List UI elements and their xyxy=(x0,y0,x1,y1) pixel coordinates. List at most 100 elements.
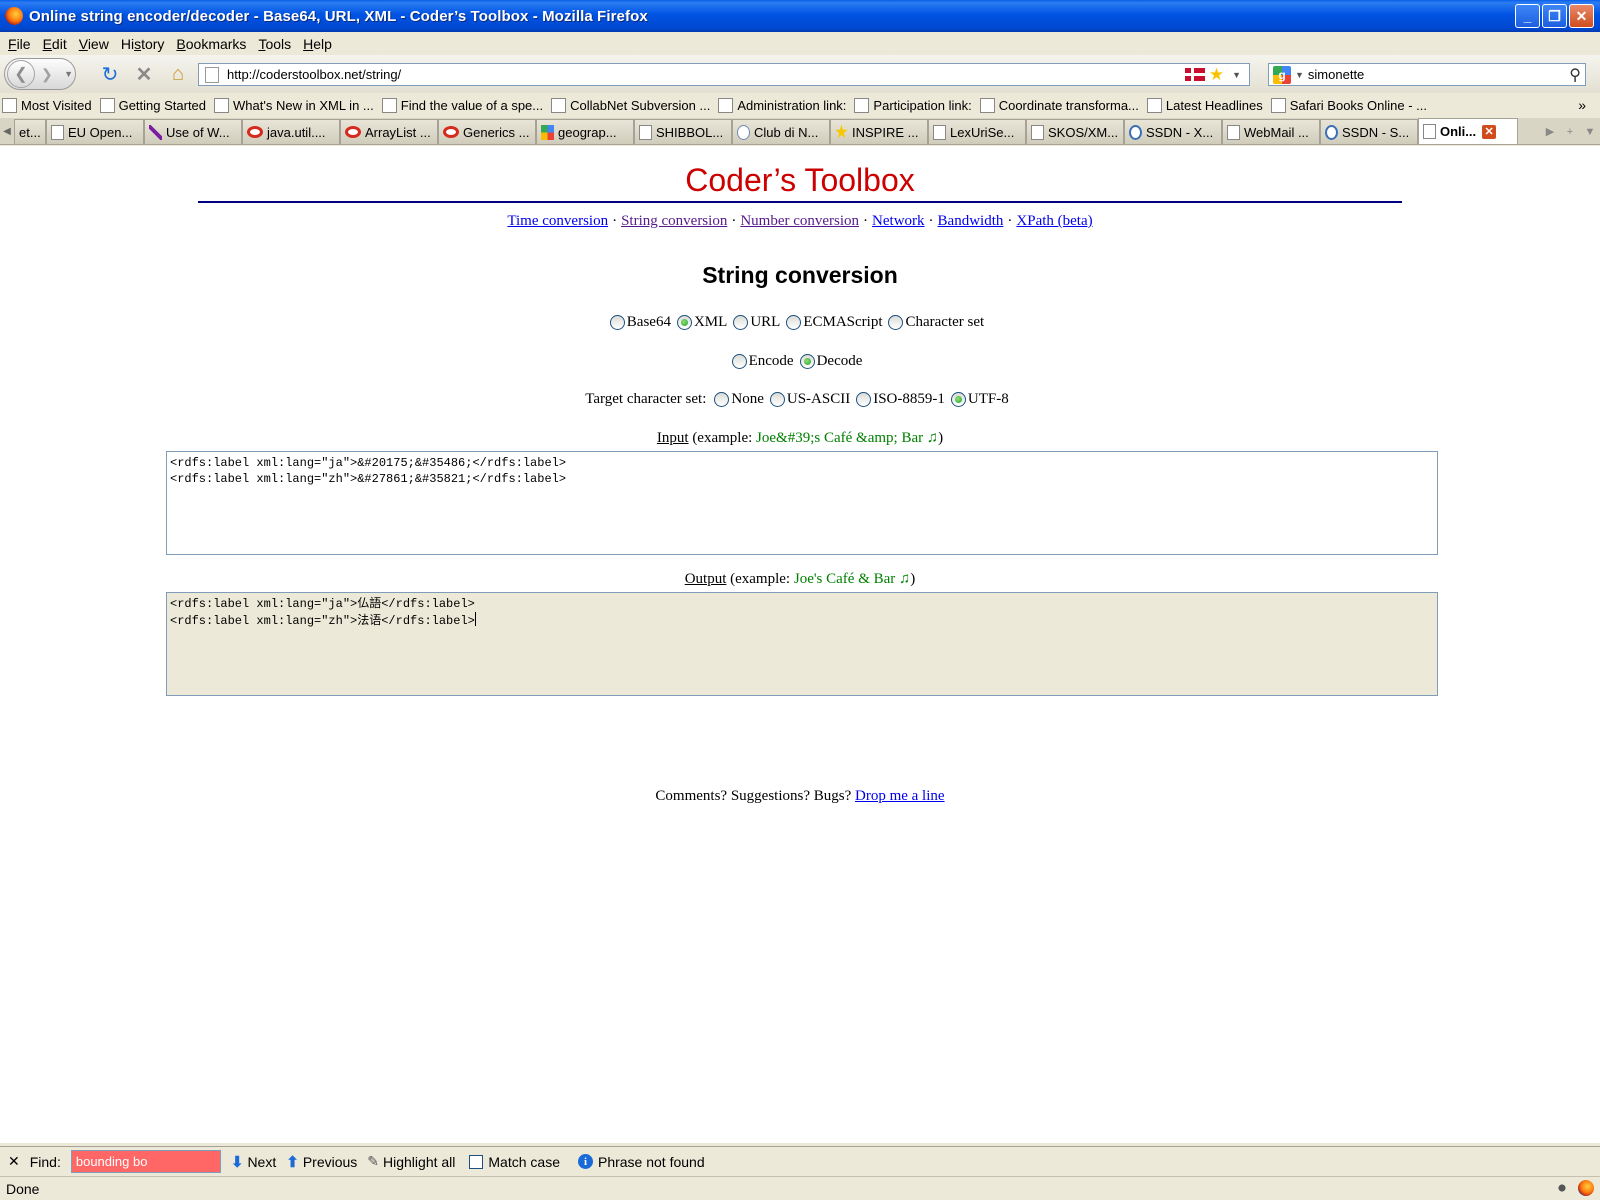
browser-tab[interactable]: SHIBBOL... xyxy=(634,119,732,144)
list-all-tabs-icon[interactable]: ▼ xyxy=(1580,126,1600,138)
find-next-button[interactable]: ⬇ Next xyxy=(231,1153,276,1171)
bookmark-item[interactable]: What's New in XML in ... xyxy=(214,97,374,113)
firebug-icon[interactable] xyxy=(1554,1180,1570,1196)
firefox-status-icon[interactable] xyxy=(1578,1180,1594,1196)
format-radio-base64[interactable] xyxy=(609,315,625,330)
url-dropdown-icon[interactable]: ▼ xyxy=(1232,70,1241,80)
google-search-engine-icon[interactable]: g xyxy=(1273,65,1291,84)
browser-tab[interactable]: SKOS/XM... xyxy=(1026,119,1124,144)
nav-link-xpath-beta[interactable]: XPath (beta) xyxy=(1016,213,1092,229)
format-radio-group: Base64 XML URL ECMAScript Character set xyxy=(0,314,1600,331)
browser-tab[interactable]: SSDN - S... xyxy=(1320,119,1418,144)
browser-tab[interactable]: et... xyxy=(14,119,46,144)
bookmark-item[interactable]: Most Visited xyxy=(2,97,92,113)
format-radio-ecmascript[interactable] xyxy=(786,315,802,330)
bookmark-item[interactable]: Latest Headlines xyxy=(1146,97,1263,113)
mode-option-encode[interactable]: Encode xyxy=(731,353,794,370)
browser-tab[interactable]: Club di N... xyxy=(732,119,830,144)
address-bar[interactable]: http://coderstoolbox.net/string/ ★ ▼ xyxy=(198,63,1250,86)
tab-scroll-right-icon[interactable]: ▶ xyxy=(1540,125,1560,138)
input-textarea[interactable]: <rdfs:label xml:lang="ja">&#20175;&#3548… xyxy=(166,451,1438,555)
menu-history[interactable]: History xyxy=(115,36,171,52)
search-engine-dropdown-icon[interactable]: ▼ xyxy=(1295,70,1304,80)
url-text[interactable]: http://coderstoolbox.net/string/ xyxy=(227,67,1185,82)
close-tab-icon[interactable]: ✕ xyxy=(1482,124,1497,139)
reload-icon[interactable]: ↻ xyxy=(98,62,122,86)
browser-tab[interactable]: Onli... ✕ xyxy=(1418,118,1518,144)
browser-tab[interactable]: Use of W... xyxy=(144,119,242,144)
browser-tab[interactable]: EU Open... xyxy=(46,119,144,144)
bookmark-item[interactable]: Coordinate transforma... xyxy=(979,97,1139,113)
nav-link-number-conversion[interactable]: Number conversion xyxy=(740,213,859,229)
close-find-bar-icon[interactable]: ✕ xyxy=(8,1153,20,1170)
charset-option-utf-8[interactable]: UTF-8 xyxy=(950,391,1009,408)
browser-tab[interactable]: geograp... xyxy=(536,119,634,144)
nav-separator: · xyxy=(863,213,869,229)
find-previous-button[interactable]: ⬆ Previous xyxy=(286,1153,357,1171)
bookmark-item[interactable]: CollabNet Subversion ... xyxy=(551,97,710,113)
stop-icon[interactable]: ✕ xyxy=(132,62,156,86)
bookmark-star-icon[interactable]: ★ xyxy=(1209,65,1224,85)
output-text[interactable]: <rdfs:label xml:lang="ja">仏語</rdfs:label… xyxy=(170,597,475,628)
menu-view[interactable]: View xyxy=(73,36,115,52)
format-option-xml[interactable]: XML xyxy=(676,314,727,331)
browser-tab[interactable]: SSDN - X... xyxy=(1124,119,1222,144)
charset-radio-us-ascii[interactable] xyxy=(769,392,785,407)
history-dropdown-icon[interactable]: ▼ xyxy=(64,69,73,79)
nav-link-time-conversion[interactable]: Time conversion xyxy=(507,213,608,229)
format-radio-url[interactable] xyxy=(733,315,749,330)
charset-option-us-ascii[interactable]: US-ASCII xyxy=(769,391,850,408)
format-option-ecmascript[interactable]: ECMAScript xyxy=(786,314,882,331)
new-tab-icon[interactable]: + xyxy=(1560,126,1580,138)
find-input[interactable]: bounding bo xyxy=(70,1150,221,1173)
format-option-base64[interactable]: Base64 xyxy=(609,314,671,331)
contact-link[interactable]: Drop me a line xyxy=(855,788,945,804)
nav-link-network[interactable]: Network xyxy=(872,213,925,229)
minimize-button[interactable]: _ xyxy=(1515,4,1540,28)
output-textarea[interactable]: <rdfs:label xml:lang="ja">仏語</rdfs:label… xyxy=(166,592,1438,696)
highlight-all-button[interactable]: ✎ Highlight all xyxy=(367,1153,455,1170)
bookmark-item[interactable]: Administration link: xyxy=(718,97,846,113)
browser-tab[interactable]: Generics ... xyxy=(438,119,536,144)
bookmark-item[interactable]: Getting Started xyxy=(99,97,206,113)
bookmark-item[interactable]: Find the value of a spe... xyxy=(381,97,543,113)
menu-edit[interactable]: Edit xyxy=(37,36,73,52)
match-case-checkbox[interactable]: Match case xyxy=(469,1154,560,1170)
mode-option-decode[interactable]: Decode xyxy=(799,353,862,370)
browser-tab[interactable]: LexUriSe... xyxy=(928,119,1026,144)
search-icon[interactable]: ⚲ xyxy=(1569,65,1581,85)
search-bar[interactable]: g ▼ simonette ⚲ xyxy=(1268,63,1586,86)
bookmark-item[interactable]: Participation link: xyxy=(854,97,972,113)
browser-tab[interactable]: ArrayList ... xyxy=(340,119,438,144)
menu-help[interactable]: Help xyxy=(297,36,338,52)
charset-radio-none[interactable] xyxy=(714,392,730,407)
match-case-check-box[interactable] xyxy=(469,1154,484,1169)
search-input[interactable]: simonette xyxy=(1308,67,1569,82)
format-option-character-set[interactable]: Character set xyxy=(888,314,984,331)
charset-radio-utf-8[interactable] xyxy=(950,392,966,407)
nav-link-bandwidth[interactable]: Bandwidth xyxy=(938,213,1004,229)
home-icon[interactable]: ⌂ xyxy=(166,62,190,86)
close-window-button[interactable]: ✕ xyxy=(1569,4,1594,28)
format-radio-xml[interactable] xyxy=(676,315,692,330)
menu-bookmarks[interactable]: Bookmarks xyxy=(170,36,252,52)
back-button[interactable]: ❮ xyxy=(7,60,35,88)
menu-tools[interactable]: Tools xyxy=(252,36,297,52)
bookmarks-overflow-chevron-icon[interactable]: » xyxy=(1578,97,1586,113)
menu-file[interactable]: File xyxy=(2,36,37,52)
format-radio-character-set[interactable] xyxy=(888,315,904,330)
forward-button[interactable]: ❯ xyxy=(41,66,53,83)
charset-option-iso-8859-1[interactable]: ISO-8859-1 xyxy=(856,391,945,408)
mode-radio-encode[interactable] xyxy=(731,354,747,369)
maximize-button[interactable]: ❐ xyxy=(1542,4,1567,28)
mode-radio-decode[interactable] xyxy=(799,354,815,369)
bookmark-item[interactable]: Safari Books Online - ... xyxy=(1270,97,1427,113)
nav-link-string-conversion[interactable]: String conversion xyxy=(621,213,727,229)
charset-radio-iso-8859-1[interactable] xyxy=(856,392,872,407)
browser-tab[interactable]: java.util.... xyxy=(242,119,340,144)
tab-scroll-left-icon[interactable]: ◀ xyxy=(0,119,14,144)
browser-tab[interactable]: WebMail ... xyxy=(1222,119,1320,144)
charset-option-none[interactable]: None xyxy=(714,391,764,408)
format-option-url[interactable]: URL xyxy=(733,314,780,331)
browser-tab[interactable]: INSPIRE ... xyxy=(830,119,928,144)
